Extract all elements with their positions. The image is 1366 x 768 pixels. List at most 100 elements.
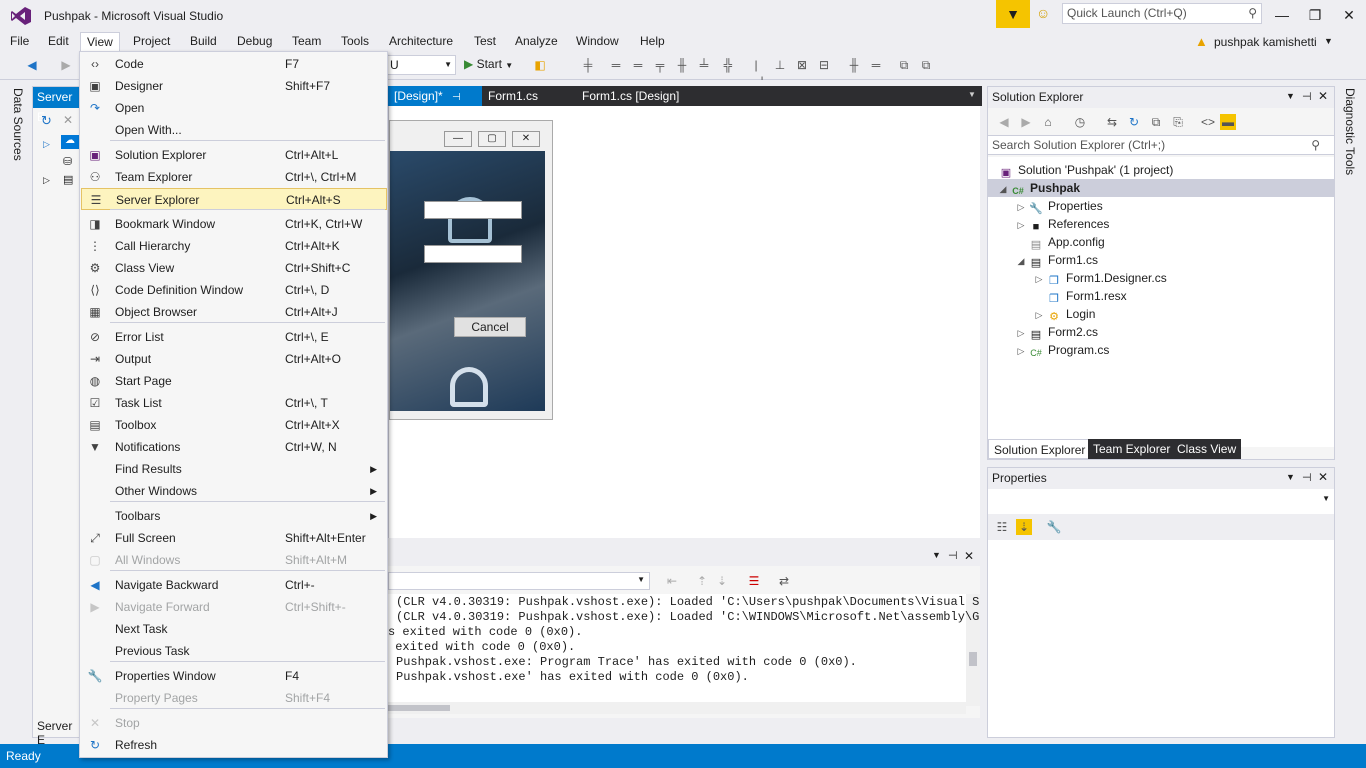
view-menu-item-designer[interactable]: ▣ Designer Shift+F7 [81, 75, 387, 97]
view-menu-item-start-page[interactable]: ◍ Start Page [81, 370, 387, 392]
refresh-icon[interactable]: ↻ [1126, 114, 1142, 130]
center-horz-icon[interactable]: ╫ [846, 57, 862, 73]
username-textbox[interactable] [424, 201, 522, 219]
view-menu-item-bookmark-window[interactable]: ◨ Bookmark Window Ctrl+K, Ctrl+W [81, 213, 387, 235]
expand-arrow-icon[interactable]: ▷ [1032, 306, 1046, 324]
pin-icon[interactable]: ⊣ [1302, 471, 1312, 484]
align-left-icon[interactable]: ╪ [580, 57, 596, 73]
tree-form1[interactable]: ◢ ▤ Form1.cs [1014, 251, 1098, 269]
sync-icon[interactable]: ⇆ [1104, 114, 1120, 130]
tree-form1-designer[interactable]: ▷ ❐ Form1.Designer.cs [1032, 269, 1167, 287]
view-menu-item-task-list[interactable]: ☑ Task List Ctrl+\, T [81, 392, 387, 414]
view-menu-item-code[interactable]: ‹› Code F7 [81, 53, 387, 75]
expand-arrow-icon[interactable]: ▷ [43, 139, 50, 150]
show-all-files-icon[interactable]: ⎘ [1170, 114, 1186, 130]
home-icon[interactable]: ⌂ [1040, 114, 1056, 130]
close-button[interactable]: ✕ [1332, 0, 1366, 30]
view-menu-item-navigate-forward[interactable]: ▶ Navigate Forward Ctrl+Shift+- [81, 596, 387, 618]
quick-launch-input[interactable]: Quick Launch (Ctrl+Q) ⚲ [1062, 3, 1262, 24]
align-top-icon[interactable]: ╤ [652, 57, 668, 73]
align-center-icon[interactable]: ═ [608, 57, 624, 73]
view-menu-item-call-hierarchy[interactable]: ⋮ Call Hierarchy Ctrl+Alt+K [81, 235, 387, 257]
bring-front-icon[interactable]: ⧉ [896, 57, 912, 73]
chevron-down-icon[interactable]: ▼ [932, 550, 941, 560]
tab-team-explorer[interactable]: Team Explorer [1088, 439, 1176, 459]
tab-overflow-icon[interactable]: ▼ [968, 90, 976, 99]
properties-object-select[interactable]: ▼ [988, 490, 1334, 510]
view-menu-item-refresh[interactable]: ↻ Refresh [81, 734, 387, 756]
tree-solution[interactable]: ▣ Solution 'Pushpak' (1 project) [998, 161, 1174, 179]
tree-properties[interactable]: ▷ 🔧 Properties [1014, 197, 1103, 215]
center-vert-icon[interactable]: ═ [868, 57, 884, 73]
view-menu-item-solution-explorer[interactable]: ▣ Solution Explorer Ctrl+Alt+L [81, 144, 387, 166]
size-to-grid-icon[interactable]: ⊟ [816, 57, 832, 73]
close-icon[interactable]: ✕ [1318, 89, 1328, 103]
view-menu-item-full-screen[interactable]: ⤢ Full Screen Shift+Alt+Enter [81, 527, 387, 549]
view-menu-item-notifications[interactable]: ▼ Notifications Ctrl+W, N [81, 436, 387, 458]
spacing-icon[interactable]: |↔| [748, 57, 764, 88]
size-icon[interactable]: ⊠ [794, 57, 810, 73]
make-same-width-icon[interactable]: ╬ [720, 57, 736, 73]
azure-cloud-icon[interactable]: ☁ [61, 135, 79, 149]
view-menu-item-stop[interactable]: ✕ Stop [81, 712, 387, 734]
view-menu-item-toolbars[interactable]: Toolbars ▶ [81, 505, 387, 527]
menu-architecture[interactable]: Architecture [383, 32, 459, 52]
expand-arrow-icon[interactable]: ▷ [1014, 198, 1028, 216]
prev-message-icon[interactable]: ⇡ [694, 573, 710, 589]
chevron-down-icon[interactable]: ▼ [1324, 36, 1333, 46]
expand-arrow-icon[interactable]: ▷ [43, 175, 50, 186]
form-window[interactable]: — ▢ ✕ Cancel [389, 120, 553, 420]
view-menu-item-open[interactable]: ↷ Open [81, 97, 387, 119]
expand-arrow-icon[interactable]: ▷ [1014, 216, 1028, 234]
property-pages-icon[interactable]: 🔧 [1046, 519, 1062, 535]
refresh-icon[interactable]: ↻ [41, 113, 52, 129]
user-name[interactable]: pushpak kamishetti [1214, 35, 1317, 49]
back-icon[interactable]: ◀ [996, 114, 1012, 130]
chevron-down-icon[interactable]: ▼ [1286, 91, 1295, 101]
tree-form2[interactable]: ▷ ▤ Form2.cs [1014, 323, 1098, 341]
tree-program[interactable]: ▷ C# Program.cs [1014, 341, 1110, 360]
clear-all-icon[interactable]: ☰ [746, 573, 762, 589]
word-wrap-icon[interactable]: ⇄ [776, 573, 792, 589]
maximize-button[interactable]: ❐ [1298, 0, 1332, 30]
view-menu-item-previous-task[interactable]: Previous Task [81, 640, 387, 662]
close-icon[interactable]: ✕ [964, 549, 974, 563]
forward-icon[interactable]: ▶ [58, 57, 74, 73]
collapse-arrow-icon[interactable]: ◢ [996, 180, 1010, 198]
expand-arrow-icon[interactable]: ▷ [1014, 342, 1028, 360]
view-menu-item-open-with[interactable]: Open With... [81, 119, 387, 141]
tab-form1-design[interactable]: Form1.cs [Design] [576, 86, 685, 106]
tab-design-active[interactable]: [Design]* ⊣ ✕ [388, 86, 482, 125]
start-button[interactable]: ▶ Start ▼ [464, 57, 513, 71]
server-explorer-bottom-tab[interactable]: Server E [37, 719, 79, 747]
pin-icon[interactable]: ⊣ [452, 92, 461, 103]
tree-references[interactable]: ▷ ■ References [1014, 215, 1110, 234]
alphabetical-icon[interactable]: ⇣ [1016, 519, 1032, 535]
menu-file[interactable]: File [4, 32, 35, 52]
history-icon[interactable]: ◷ [1072, 114, 1088, 130]
view-menu-item-object-browser[interactable]: ▦ Object Browser Ctrl+Alt+J [81, 301, 387, 323]
categorized-icon[interactable]: ☷ [994, 519, 1010, 535]
forward-icon[interactable]: ▶ [1018, 114, 1034, 130]
menu-team[interactable]: Team [286, 32, 327, 52]
align-bottom-icon[interactable]: ╧ [696, 57, 712, 73]
view-menu-item-next-task[interactable]: Next Task [81, 618, 387, 640]
close-icon[interactable]: ✕ [1318, 470, 1328, 484]
view-menu-item-properties-window[interactable]: 🔧 Properties Window F4 [81, 665, 387, 687]
view-menu-item-other-windows[interactable]: Other Windows ▶ [81, 480, 387, 502]
align-middle-icon[interactable]: ╫ [674, 57, 690, 73]
data-sources-tab[interactable]: Data Sources [8, 82, 25, 161]
view-menu-item-toolbox[interactable]: ▤ Toolbox Ctrl+Alt+X [81, 414, 387, 436]
view-menu-item-error-list[interactable]: ⊘ Error List Ctrl+\, E [81, 326, 387, 348]
expand-arrow-icon[interactable]: ▷ [1014, 324, 1028, 342]
next-message-icon[interactable]: ⇣ [714, 573, 730, 589]
properties-icon[interactable]: ▬ [1220, 114, 1236, 130]
expand-arrow-icon[interactable]: ▷ [1032, 270, 1046, 288]
menu-window[interactable]: Window [570, 32, 625, 52]
view-menu-item-class-view[interactable]: ⚙ Class View Ctrl+Shift+C [81, 257, 387, 279]
send-back-icon[interactable]: ⧉ [918, 57, 934, 73]
menu-build[interactable]: Build [184, 32, 223, 52]
filter-icon[interactable]: ▼ [996, 0, 1030, 28]
menu-help[interactable]: Help [634, 32, 671, 52]
feedback-smiley-icon[interactable]: ☺ [1036, 5, 1050, 21]
